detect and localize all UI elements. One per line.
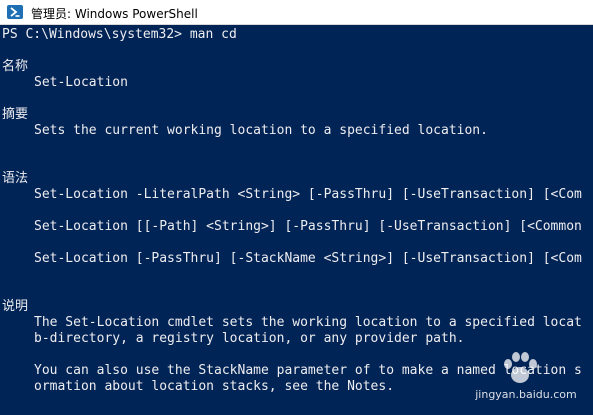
- synopsis-value: Sets the current working location to a s…: [34, 123, 488, 138]
- baidu-watermark: jingyan.baidu.com: [462, 350, 590, 410]
- paw-logo-icon: [504, 352, 537, 383]
- name-heading: 名称: [2, 59, 29, 74]
- syntax-line: Set-Location [-PassThru] [-StackName <St…: [34, 251, 582, 266]
- description-line: b-directory, a registry location, or any…: [34, 331, 465, 346]
- description-line: ormation about location stacks, see the …: [34, 379, 395, 394]
- window-title: 管理员: Windows PowerShell: [31, 7, 198, 21]
- syntax-heading: 语法: [2, 171, 29, 186]
- powershell-icon: [7, 5, 23, 19]
- synopsis-heading: 摘要: [2, 107, 29, 122]
- syntax-line: Set-Location -LiteralPath <String> [-Pas…: [34, 187, 582, 202]
- watermark-text: jingyan.baidu.com: [475, 388, 577, 401]
- command-prompt-line: PS C:\Windows\system32> man cd: [2, 27, 237, 42]
- description-heading: 说明: [2, 299, 29, 314]
- title-bar: 管理员: Windows PowerShell: [0, 0, 593, 25]
- description-line: The Set-Location cmdlet sets the working…: [34, 315, 582, 330]
- name-value: Set-Location: [34, 75, 128, 90]
- syntax-line: Set-Location [[-Path] <String>] [-PassTh…: [34, 219, 582, 234]
